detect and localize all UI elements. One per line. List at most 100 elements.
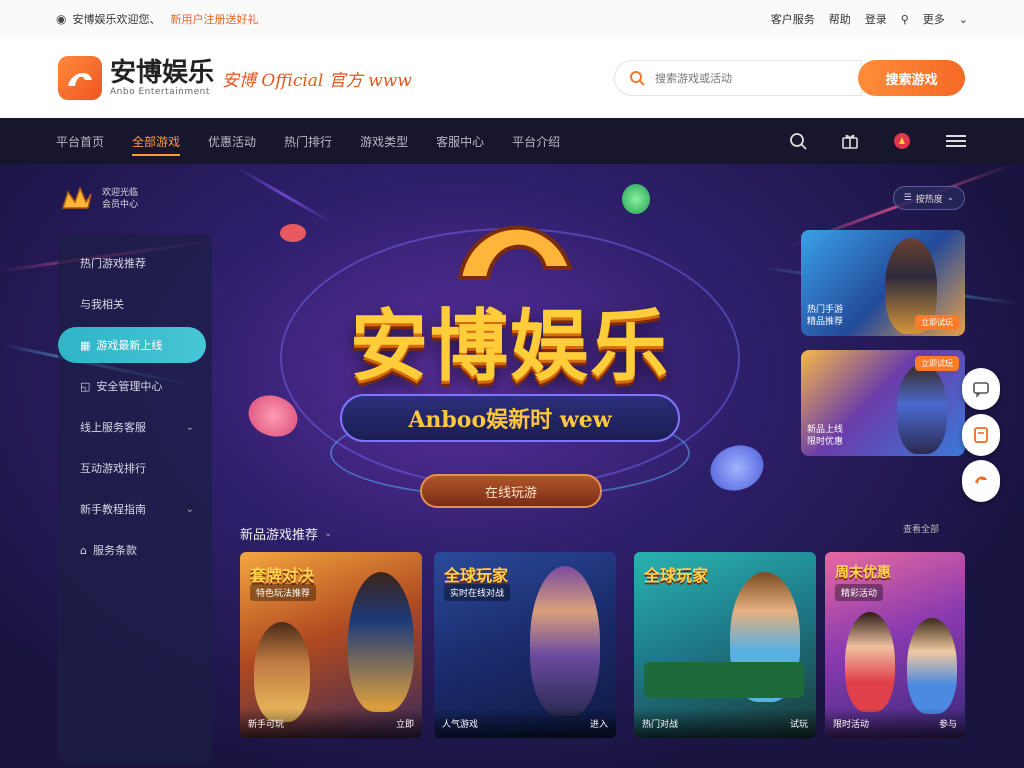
chat-float-button[interactable]	[962, 368, 1000, 410]
brand-name: 安博娱乐	[110, 58, 215, 88]
nav-item-support[interactable]: 客服中心	[436, 119, 484, 164]
brand-header: 安博娱乐 Anbo Entertainment 安博 Official 官方 w…	[0, 38, 1024, 118]
top-link-login[interactable]: 登录	[865, 11, 887, 27]
game-card[interactable]: 套牌对决 特色玩法推荐 新手可玩 立即	[240, 552, 422, 738]
game-card-footer: 人气游戏 进入	[434, 708, 616, 738]
sidebar: 热门游戏推荐 与我相关 ▦ 游戏最新上线 ◱ 安全管理中心 线上服务客服 ⌄ 互…	[58, 234, 212, 762]
game-card-footer: 新手可玩 立即	[240, 708, 422, 738]
game-card-action[interactable]: 进入	[590, 717, 608, 730]
game-card-artwork	[907, 618, 957, 714]
controller-icon: ▦	[80, 338, 91, 352]
game-card[interactable]: 全球玩家 实时在线对战 人气游戏 进入	[434, 552, 616, 738]
featured-card-tag[interactable]: 立即试玩	[915, 315, 959, 330]
game-card-footer-label: 新手可玩	[248, 719, 285, 730]
game-card-subtitle: 实时在线对战	[444, 584, 511, 601]
top-promo-link[interactable]: 新用户注册送好礼	[170, 11, 258, 27]
share-icon	[975, 476, 987, 484]
sort-filter-dropdown[interactable]: ☰ 按热度 ⌄	[893, 186, 965, 210]
top-link-help[interactable]: 帮助	[829, 11, 851, 27]
search-icon[interactable]: ⚲	[901, 13, 909, 26]
top-notice: 安博娱乐欢迎您、	[72, 13, 161, 26]
hero-stage: 欢迎光临 会员中心 热门游戏推荐 与我相关 ▦ 游戏最新上线 ◱ 安全管理中心 …	[0, 164, 1024, 768]
search-button[interactable]: 搜索游戏	[858, 60, 965, 96]
game-card-artwork	[530, 566, 600, 716]
hero-banner: 安博娱乐 Anboo娱新时 wew 在线玩游	[240, 198, 780, 528]
game-card-footer-label: 限时活动	[833, 719, 870, 730]
hero-emblem-icon	[457, 225, 573, 280]
chevron-down-icon: ⌄	[185, 503, 194, 515]
top-utility-bar: ◉ 安博娱乐欢迎您、 新用户注册送好礼 客户服务 帮助 登录 ⚲ 更多 ⌄	[0, 0, 1024, 38]
sidebar-item-label: 新手教程指南	[80, 503, 146, 516]
play-now-button[interactable]: 在线玩游	[420, 474, 602, 508]
game-card[interactable]: 周末优惠 精彩活动 限时活动 参与	[825, 552, 965, 738]
floating-chip	[280, 224, 306, 242]
logo[interactable]	[58, 56, 102, 100]
section-title-text: 新品游戏推荐	[240, 528, 319, 543]
search-icon[interactable]	[788, 131, 808, 151]
bookmark-float-button[interactable]	[962, 414, 1000, 456]
menu-icon[interactable]	[944, 132, 968, 150]
hero-subtitle: Anboo娱新时 wew	[408, 407, 612, 433]
sidebar-item-label: 互动游戏排行	[80, 462, 146, 475]
search-icon	[630, 71, 645, 86]
game-card-title: 全球玩家	[444, 566, 509, 585]
game-card-subtitle: 特色玩法推荐	[250, 584, 317, 601]
top-link-more[interactable]: 更多	[923, 11, 945, 27]
hot-icon[interactable]	[892, 131, 912, 151]
sidebar-item-ranking[interactable]: 互动游戏排行	[58, 450, 212, 486]
nav-item-home[interactable]: 平台首页	[56, 119, 104, 164]
sidebar-item-new-games[interactable]: ▦ 游戏最新上线	[58, 327, 206, 363]
game-card-artwork	[845, 612, 895, 712]
featured-card-caption: 新品上线 限时优惠	[807, 425, 844, 447]
user-greeting: 欢迎光临	[102, 188, 139, 198]
shield-icon: ◱	[80, 379, 91, 393]
nav-item-promotions[interactable]: 优惠活动	[208, 119, 256, 164]
notice-icon: ◉	[56, 12, 67, 26]
section-title[interactable]: 新品游戏推荐 ⌄	[240, 524, 332, 543]
hero-title: 安博娱乐	[349, 302, 670, 392]
filter-icon: ☰	[903, 193, 912, 203]
game-card-artwork	[348, 572, 414, 712]
user-center-link[interactable]: 会员中心	[102, 199, 138, 211]
game-card-footer: 限时活动 参与	[825, 708, 965, 738]
hero-subtitle-plate: Anboo娱新时 wew	[340, 394, 680, 442]
game-card-title: 全球玩家	[644, 566, 709, 585]
bookmark-icon	[974, 427, 988, 443]
featured-card[interactable]: 新品上线 限时优惠 立即试玩	[801, 350, 965, 456]
view-all-link[interactable]: 查看全部	[903, 522, 939, 535]
filter-label: 按热度	[915, 194, 943, 205]
nav-item-rankings[interactable]: 热门排行	[284, 119, 332, 164]
brand-slogan: 安博 Official 官方 www	[222, 70, 412, 91]
top-link-service[interactable]: 客户服务	[771, 11, 815, 27]
game-card-title: 周末优惠	[835, 565, 891, 581]
game-card-footer-label: 热门对战	[642, 719, 679, 730]
user-chip[interactable]: 欢迎光临 会员中心	[60, 184, 138, 214]
game-card-action[interactable]: 参与	[939, 717, 957, 730]
game-card-action[interactable]: 试玩	[790, 717, 808, 730]
sidebar-item-security[interactable]: ◱ 安全管理中心	[58, 368, 212, 404]
nav-item-game-types[interactable]: 游戏类型	[360, 119, 408, 164]
sidebar-item-label: 服务条款	[92, 544, 137, 557]
game-card-action[interactable]: 立即	[396, 717, 414, 730]
game-card[interactable]: 全球玩家 热门对战 试玩	[634, 552, 816, 738]
featured-card-caption: 热门手游 精品推荐	[807, 305, 844, 327]
gift-icon[interactable]	[840, 131, 860, 151]
logo-icon	[68, 72, 92, 86]
featured-card-tag[interactable]: 立即试玩	[915, 356, 959, 371]
sidebar-item-terms[interactable]: ⌂ 服务条款	[58, 532, 212, 568]
chevron-down-icon: ⌄	[324, 528, 333, 539]
chevron-down-icon[interactable]: ⌄	[959, 13, 968, 26]
game-table-artwork	[644, 662, 804, 698]
search-box[interactable]	[614, 60, 862, 96]
sidebar-item-guide[interactable]: 新手教程指南 ⌄	[58, 491, 212, 527]
sidebar-item-hot[interactable]: 热门游戏推荐	[58, 245, 212, 281]
sidebar-item-service[interactable]: 线上服务客服 ⌄	[58, 409, 212, 445]
featured-card[interactable]: 热门手游 精品推荐 立即试玩	[801, 230, 965, 336]
nav-item-all-games[interactable]: 全部游戏	[132, 119, 181, 164]
game-card-title: 套牌对决	[250, 566, 315, 585]
share-float-button[interactable]	[962, 460, 1000, 502]
crown-logo-icon	[61, 185, 92, 209]
search-input[interactable]	[655, 71, 835, 85]
sidebar-item-related[interactable]: 与我相关	[58, 286, 212, 322]
nav-item-about[interactable]: 平台介绍	[512, 119, 560, 164]
